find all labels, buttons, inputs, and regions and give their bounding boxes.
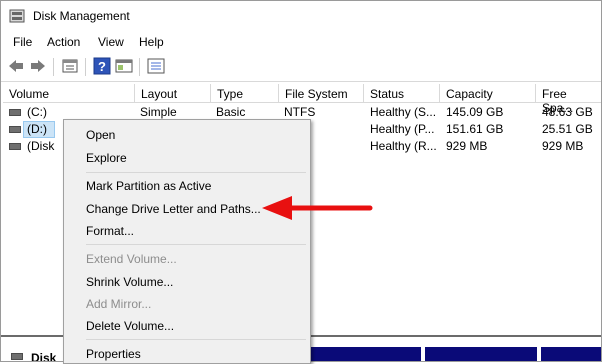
cell-type: Basic — [216, 105, 246, 119]
back-icon[interactable] — [7, 57, 25, 75]
cell-volume: (D:) — [27, 122, 47, 136]
menu-item-properties[interactable]: Properties — [86, 347, 141, 361]
disk-label: Disk — [31, 351, 57, 362]
toolbar-separator — [53, 58, 54, 76]
toolbar-separator — [85, 58, 86, 76]
cell-capacity: 929 MB — [446, 139, 488, 153]
disk-management-icon — [9, 9, 25, 23]
disk-icon — [11, 353, 23, 360]
cell-file-system: NTFS — [284, 105, 316, 119]
partition-bar[interactable] — [425, 347, 537, 361]
window-title: Disk Management — [33, 9, 130, 23]
column-header-free-space[interactable]: Free Spa... — [536, 84, 601, 115]
forward-icon[interactable] — [29, 57, 47, 75]
menu-item-mark-active[interactable]: Mark Partition as Active — [86, 179, 211, 193]
menu-item-shrink-volume[interactable]: Shrink Volume... — [86, 275, 173, 289]
help-icon[interactable]: ? — [93, 57, 111, 75]
menu-file[interactable]: File — [13, 35, 32, 49]
menu-item-explore[interactable]: Explore — [86, 151, 127, 165]
menu-item-extend-volume[interactable]: Extend Volume... — [86, 252, 177, 266]
cell-status: Healthy (P... — [370, 122, 435, 136]
menu-bar: File Action View Help — [1, 31, 601, 53]
cell-layout: Simple — [140, 105, 177, 119]
list-icon[interactable] — [147, 57, 165, 75]
cell-free-space: 48.63 GB — [542, 105, 593, 119]
menu-help[interactable]: Help — [139, 35, 164, 49]
cell-volume: (C:) — [27, 105, 47, 119]
red-arrow-annotation — [262, 196, 373, 220]
toolbar: ? — [1, 53, 601, 82]
cell-volume: (Disk — [27, 139, 55, 153]
partition-bar[interactable] — [541, 347, 601, 361]
column-header-file-system[interactable]: File System — [279, 84, 364, 103]
menu-item-open[interactable]: Open — [86, 128, 115, 142]
context-menu: Open Explore Mark Partition as Active Ch… — [63, 119, 311, 364]
partition-bar[interactable] — [311, 347, 421, 361]
svg-text:?: ? — [98, 59, 106, 74]
toolbar-separator — [139, 58, 140, 76]
title-bar: Disk Management — [1, 1, 601, 31]
cell-free-space: 25.51 GB — [542, 122, 593, 136]
properties-icon[interactable] — [61, 57, 79, 75]
column-header-layout[interactable]: Layout — [135, 84, 211, 103]
cell-status: Healthy (S... — [370, 105, 437, 119]
cell-status: Healthy (R... — [370, 139, 437, 153]
column-header-type[interactable]: Type — [211, 84, 279, 103]
drive-icon — [9, 109, 21, 116]
cell-free-space: 929 MB — [542, 139, 584, 153]
column-header-status[interactable]: Status — [364, 84, 440, 103]
menu-action[interactable]: Action — [47, 35, 80, 49]
cell-capacity: 151.61 GB — [446, 122, 504, 136]
column-header-volume[interactable]: Volume — [3, 84, 135, 103]
menu-item-format[interactable]: Format... — [86, 224, 134, 238]
drive-icon — [9, 126, 21, 133]
cell-capacity: 145.09 GB — [446, 105, 504, 119]
menu-view[interactable]: View — [98, 35, 124, 49]
menu-separator — [86, 244, 306, 245]
menu-separator — [86, 172, 306, 173]
column-header-capacity[interactable]: Capacity — [440, 84, 536, 103]
menu-item-change-drive-letter[interactable]: Change Drive Letter and Paths... — [86, 202, 261, 216]
menu-separator — [86, 339, 306, 340]
console-icon[interactable] — [115, 57, 133, 75]
menu-item-delete-volume[interactable]: Delete Volume... — [86, 319, 174, 333]
drive-icon — [9, 143, 21, 150]
menu-item-add-mirror[interactable]: Add Mirror... — [86, 297, 151, 311]
